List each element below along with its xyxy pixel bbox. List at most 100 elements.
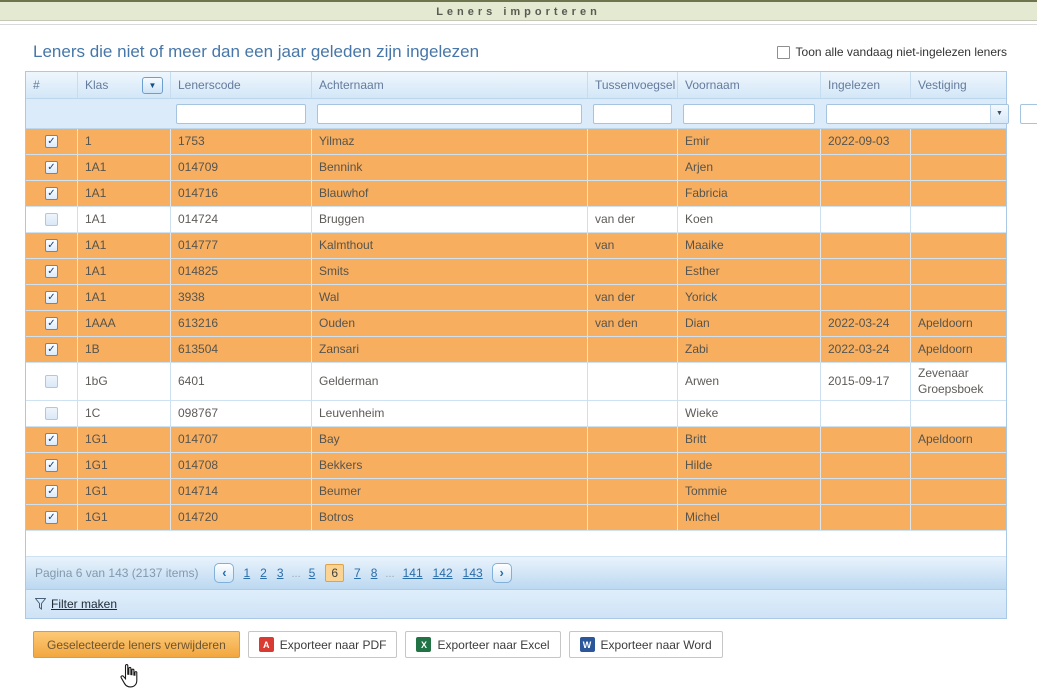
cell-tussenvoegsel — [588, 427, 678, 452]
row-checkbox[interactable] — [45, 459, 58, 472]
table-row: 1A1014724Bruggenvan derKoen — [26, 207, 1006, 233]
row-checkbox[interactable] — [45, 291, 58, 304]
pagination-page-link[interactable]: 5 — [309, 566, 316, 580]
row-checkbox[interactable] — [45, 343, 58, 356]
cell-lenerscode: 014720 — [171, 505, 312, 530]
table-empty-space — [26, 531, 1006, 557]
column-header-voornaam[interactable]: Voornaam — [678, 72, 821, 98]
pagination-page-link[interactable]: 8 — [371, 566, 378, 580]
cell-klas: 1G1 — [78, 479, 171, 504]
cell-vestiging — [911, 259, 1008, 284]
cell-klas: 1A1 — [78, 181, 171, 206]
cell-voornaam: Dian — [678, 311, 821, 336]
cell-vestiging — [911, 479, 1008, 504]
table-filter-row: ▼ — [26, 99, 1006, 129]
cell-tussenvoegsel: van — [588, 233, 678, 258]
row-checkbox[interactable] — [45, 135, 58, 148]
cell-lenerscode: 014777 — [171, 233, 312, 258]
filter-input-lenerscode[interactable] — [176, 104, 306, 124]
cell-ingelezen — [821, 453, 911, 478]
cell-achternaam: Blauwhof — [312, 181, 588, 206]
filter-input-vestiging[interactable] — [1020, 104, 1037, 124]
cell-ingelezen — [821, 401, 911, 426]
row-checkbox[interactable] — [45, 239, 58, 252]
column-header-label: Tussenvoegsel — [595, 78, 675, 92]
cell-tussenvoegsel — [588, 363, 678, 400]
cell-select — [26, 129, 78, 154]
row-checkbox[interactable] — [45, 213, 58, 226]
cell-select — [26, 207, 78, 232]
column-header-lenerscode[interactable]: Lenerscode — [171, 72, 312, 98]
pagination-prev-button[interactable]: ‹ — [214, 563, 234, 583]
column-header-label: Voornaam — [685, 78, 740, 92]
cell-achternaam: Bekkers — [312, 453, 588, 478]
cell-voornaam: Hilde — [678, 453, 821, 478]
pagination-page-link[interactable]: 7 — [354, 566, 361, 580]
row-checkbox[interactable] — [45, 187, 58, 200]
filter-input-achternaam[interactable] — [317, 104, 582, 124]
delete-selected-button[interactable]: Geselecteerde leners verwijderen — [33, 631, 240, 658]
cell-ingelezen: 2022-09-03 — [821, 129, 911, 154]
cell-klas: 1A1 — [78, 207, 171, 232]
column-header-klas[interactable]: Klas ▼ — [78, 72, 171, 98]
cell-vestiging: Zevenaar Groepsboek — [911, 363, 1008, 400]
toggle-checkbox[interactable] — [777, 46, 790, 59]
filter-input-voornaam[interactable] — [683, 104, 815, 124]
filter-cell-vestiging — [1015, 99, 1037, 128]
cell-ingelezen — [821, 285, 911, 310]
cell-achternaam: Yilmaz — [312, 129, 588, 154]
cell-lenerscode: 3938 — [171, 285, 312, 310]
column-header-label: Vestiging — [918, 78, 967, 92]
filter-select-input-ingelezen[interactable] — [827, 105, 990, 123]
pagination-page-link[interactable]: 1 — [243, 566, 250, 580]
klas-filter-dropdown-icon[interactable]: ▼ — [142, 77, 163, 94]
pagination-page-link[interactable]: 142 — [433, 566, 453, 580]
export-pdf-button[interactable]: A Exporteer naar PDF — [248, 631, 398, 658]
column-header-achternaam[interactable]: Achternaam — [312, 72, 588, 98]
column-header-label: Klas — [85, 78, 108, 92]
table-row: 11753YilmazEmir2022-09-03 — [26, 129, 1006, 155]
cell-achternaam: Leuvenheim — [312, 401, 588, 426]
cell-lenerscode: 613504 — [171, 337, 312, 362]
cell-tussenvoegsel — [588, 129, 678, 154]
cell-achternaam: Ouden — [312, 311, 588, 336]
row-checkbox[interactable] — [45, 407, 58, 420]
cell-lenerscode: 014714 — [171, 479, 312, 504]
column-header-select[interactable]: # — [26, 72, 78, 98]
table-row: 1G1014720BotrosMichel — [26, 505, 1006, 531]
toggle-show-all[interactable]: Toon alle vandaag niet-ingelezen leners — [777, 45, 1007, 59]
pagination-page-link[interactable]: 141 — [403, 566, 423, 580]
row-checkbox[interactable] — [45, 317, 58, 330]
pagination-page-link[interactable]: 143 — [463, 566, 483, 580]
row-checkbox[interactable] — [45, 433, 58, 446]
divider — [0, 24, 1037, 25]
row-checkbox[interactable] — [45, 265, 58, 278]
cell-klas: 1A1 — [78, 259, 171, 284]
pagination-page-link[interactable]: 3 — [277, 566, 284, 580]
row-checkbox[interactable] — [45, 511, 58, 524]
export-excel-button[interactable]: X Exporteer naar Excel — [405, 631, 560, 658]
cell-select — [26, 363, 78, 400]
pagination-current-page: 6 — [325, 564, 344, 582]
column-header-ingelezen[interactable]: Ingelezen — [821, 72, 911, 98]
row-checkbox[interactable] — [45, 375, 58, 388]
page-title: Leners die niet of meer dan een jaar gel… — [25, 42, 479, 62]
export-word-button[interactable]: W Exporteer naar Word — [569, 631, 723, 658]
cell-tussenvoegsel — [588, 479, 678, 504]
row-checkbox[interactable] — [45, 485, 58, 498]
cell-ingelezen — [821, 155, 911, 180]
cell-voornaam: Fabricia — [678, 181, 821, 206]
filter-input-tussenvoegsel[interactable] — [593, 104, 672, 124]
cell-ingelezen — [821, 233, 911, 258]
pagination-page-link[interactable]: 2 — [260, 566, 267, 580]
pagination-next-button[interactable]: › — [492, 563, 512, 583]
row-checkbox[interactable] — [45, 161, 58, 174]
filter-cell-achternaam — [312, 99, 588, 128]
column-header-label: Ingelezen — [828, 78, 880, 92]
column-header-vestiging[interactable]: Vestiging — [911, 72, 1008, 98]
cell-vestiging: Apeldoorn — [911, 337, 1008, 362]
pagination-summary: Pagina 6 van 143 (2137 items) — [35, 566, 198, 580]
column-header-tussenvoegsel[interactable]: Tussenvoegsel — [588, 72, 678, 98]
filter-maken-link[interactable]: Filter maken — [51, 597, 117, 611]
chevron-down-icon[interactable]: ▼ — [990, 105, 1008, 123]
